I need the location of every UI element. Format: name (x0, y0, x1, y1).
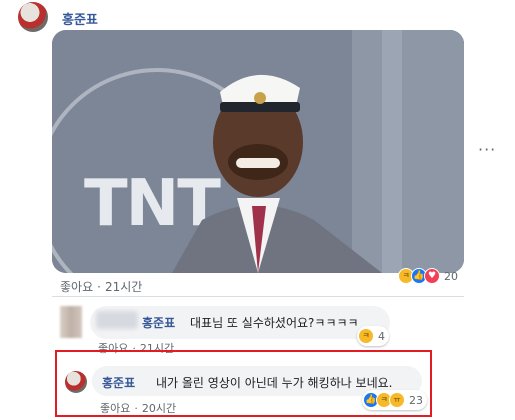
comment-author-name[interactable]: 홍준표 (142, 314, 175, 331)
post-meta: 좋아요 · 21시간 (60, 280, 143, 294)
haha-icon: ㅋ (358, 328, 374, 344)
comment-reactions[interactable]: 👍 ㅋ ㅠ 23 (362, 390, 427, 410)
comment-meta: 좋아요 · 20시간 (100, 402, 177, 415)
more-options-icon[interactable]: ··· (478, 140, 496, 159)
love-icon: ♥ (424, 268, 440, 284)
redacted-name (96, 311, 138, 329)
comment-like-button[interactable]: 좋아요 (100, 402, 130, 415)
author-avatar[interactable] (18, 2, 48, 32)
comment-reaction-count: 4 (378, 329, 385, 343)
comment-avatar[interactable] (65, 371, 87, 393)
post-like-button[interactable]: 좋아요 (60, 280, 93, 294)
comment-reaction-count: 23 (409, 393, 423, 407)
comment-author-name[interactable]: 홍준표 (102, 374, 135, 391)
comment-text: 대표님 또 실수하셨어요?ㅋㅋㅋㅋ (190, 316, 359, 330)
post-reaction-count: 20 (444, 269, 458, 283)
video-frame: TNT (52, 30, 464, 273)
sad-icon: ㅠ (389, 392, 405, 408)
comment-reactions[interactable]: ㅋ 4 (357, 326, 389, 346)
post-reactions[interactable]: ㅋ 👍 ♥ 20 (398, 266, 458, 286)
comment-avatar[interactable] (60, 306, 82, 338)
post-author-name[interactable]: 홍준표 (62, 9, 98, 28)
divider (52, 296, 464, 297)
comment-text: 내가 올린 영상이 아닌데 누가 해킹하나 보네요. (156, 376, 393, 390)
post-time[interactable]: 21시간 (105, 280, 142, 294)
post-video[interactable]: TNT (52, 30, 464, 273)
comment-time[interactable]: 20시간 (142, 402, 176, 415)
